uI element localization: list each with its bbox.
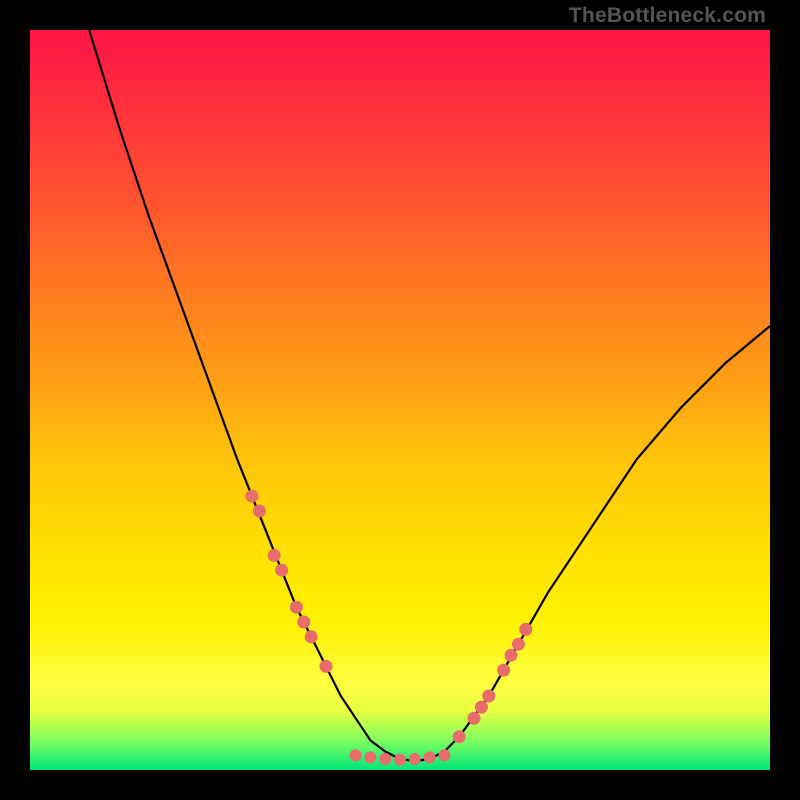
curve-marker: [505, 649, 518, 662]
curve-marker: [512, 638, 525, 651]
curve-marker: [482, 690, 495, 703]
curve-marker: [305, 630, 318, 643]
curve-marker: [519, 623, 532, 636]
curve-marker: [379, 753, 391, 765]
curve-marker: [394, 754, 406, 766]
curve-marker: [438, 749, 450, 761]
curve-marker: [409, 753, 421, 765]
curve-marker: [290, 601, 303, 614]
curve-marker: [497, 664, 510, 677]
curve-marker: [350, 749, 362, 761]
bottleneck-curve-svg: [30, 30, 770, 770]
curve-marker: [424, 751, 436, 763]
curve-marker: [246, 490, 259, 503]
curve-marker: [468, 712, 481, 725]
curve-marker: [268, 549, 281, 562]
curve-marker: [297, 616, 310, 629]
curve-marker: [453, 730, 466, 743]
curve-marker: [475, 701, 488, 714]
bottleneck-curve: [89, 30, 770, 761]
curve-markers: [246, 490, 533, 766]
chart-frame: TheBottleneck.com: [0, 0, 800, 800]
curve-marker: [253, 505, 266, 518]
watermark-text: TheBottleneck.com: [569, 4, 766, 28]
curve-marker: [275, 564, 288, 577]
plot-area: [30, 30, 770, 770]
curve-marker: [364, 751, 376, 763]
curve-marker: [320, 660, 333, 673]
